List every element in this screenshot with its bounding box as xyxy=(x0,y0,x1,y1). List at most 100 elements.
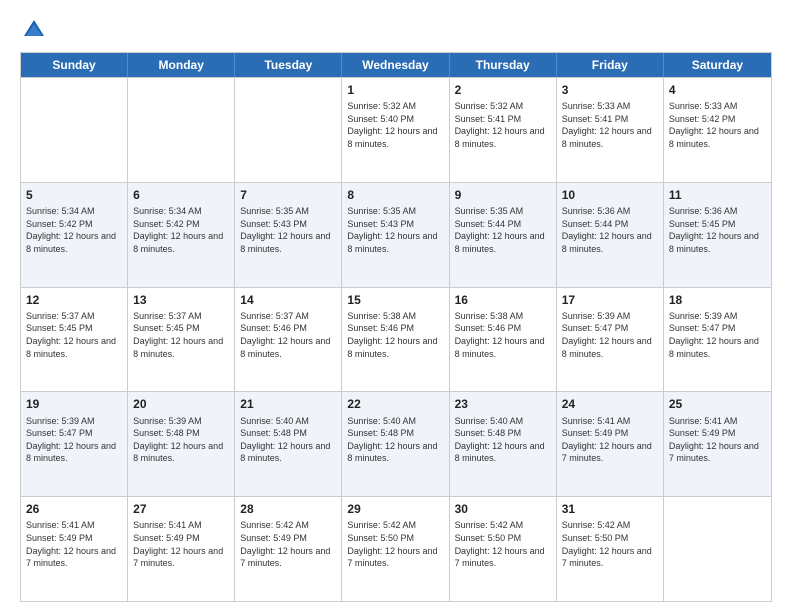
cell-info: Sunrise: 5:33 AM Sunset: 5:41 PM Dayligh… xyxy=(562,100,658,150)
day-number: 5 xyxy=(26,187,122,203)
day-number: 26 xyxy=(26,501,122,517)
day-number: 6 xyxy=(133,187,229,203)
day-number: 4 xyxy=(669,82,766,98)
calendar-cell: 8 Sunrise: 5:35 AM Sunset: 5:43 PM Daylig… xyxy=(342,183,449,287)
day-number: 9 xyxy=(455,187,551,203)
calendar-header: SundayMondayTuesdayWednesdayThursdayFrid… xyxy=(21,53,771,77)
day-number: 2 xyxy=(455,82,551,98)
day-number: 18 xyxy=(669,292,766,308)
day-number: 19 xyxy=(26,396,122,412)
cell-info: Sunrise: 5:39 AM Sunset: 5:47 PM Dayligh… xyxy=(669,310,766,360)
cell-info: Sunrise: 5:42 AM Sunset: 5:50 PM Dayligh… xyxy=(455,519,551,569)
calendar-row: 19 Sunrise: 5:39 AM Sunset: 5:47 PM Dayli… xyxy=(21,391,771,496)
calendar-cell: 19 Sunrise: 5:39 AM Sunset: 5:47 PM Dayli… xyxy=(21,392,128,496)
cell-info: Sunrise: 5:32 AM Sunset: 5:40 PM Dayligh… xyxy=(347,100,443,150)
cell-info: Sunrise: 5:39 AM Sunset: 5:47 PM Dayligh… xyxy=(562,310,658,360)
day-number: 30 xyxy=(455,501,551,517)
cell-info: Sunrise: 5:33 AM Sunset: 5:42 PM Dayligh… xyxy=(669,100,766,150)
cell-info: Sunrise: 5:38 AM Sunset: 5:46 PM Dayligh… xyxy=(347,310,443,360)
cell-info: Sunrise: 5:38 AM Sunset: 5:46 PM Dayligh… xyxy=(455,310,551,360)
calendar-cell: 20 Sunrise: 5:39 AM Sunset: 5:48 PM Dayli… xyxy=(128,392,235,496)
calendar-cell: 31 Sunrise: 5:42 AM Sunset: 5:50 PM Dayli… xyxy=(557,497,664,601)
cell-info: Sunrise: 5:35 AM Sunset: 5:44 PM Dayligh… xyxy=(455,205,551,255)
weekday-header: Tuesday xyxy=(235,53,342,77)
weekday-header: Sunday xyxy=(21,53,128,77)
cell-info: Sunrise: 5:41 AM Sunset: 5:49 PM Dayligh… xyxy=(133,519,229,569)
cell-info: Sunrise: 5:41 AM Sunset: 5:49 PM Dayligh… xyxy=(669,415,766,465)
day-number: 13 xyxy=(133,292,229,308)
calendar-row: 5 Sunrise: 5:34 AM Sunset: 5:42 PM Daylig… xyxy=(21,182,771,287)
day-number: 7 xyxy=(240,187,336,203)
cell-info: Sunrise: 5:35 AM Sunset: 5:43 PM Dayligh… xyxy=(347,205,443,255)
calendar-cell: 23 Sunrise: 5:40 AM Sunset: 5:48 PM Dayli… xyxy=(450,392,557,496)
cell-info: Sunrise: 5:37 AM Sunset: 5:46 PM Dayligh… xyxy=(240,310,336,360)
weekday-header: Saturday xyxy=(664,53,771,77)
weekday-header: Wednesday xyxy=(342,53,449,77)
day-number: 29 xyxy=(347,501,443,517)
calendar-cell: 10 Sunrise: 5:36 AM Sunset: 5:44 PM Dayli… xyxy=(557,183,664,287)
cell-info: Sunrise: 5:42 AM Sunset: 5:50 PM Dayligh… xyxy=(562,519,658,569)
calendar-cell: 6 Sunrise: 5:34 AM Sunset: 5:42 PM Daylig… xyxy=(128,183,235,287)
day-number: 15 xyxy=(347,292,443,308)
day-number: 10 xyxy=(562,187,658,203)
cell-info: Sunrise: 5:34 AM Sunset: 5:42 PM Dayligh… xyxy=(26,205,122,255)
header xyxy=(20,16,772,44)
calendar-cell xyxy=(21,78,128,182)
weekday-header: Thursday xyxy=(450,53,557,77)
cell-info: Sunrise: 5:32 AM Sunset: 5:41 PM Dayligh… xyxy=(455,100,551,150)
day-number: 12 xyxy=(26,292,122,308)
day-number: 11 xyxy=(669,187,766,203)
day-number: 14 xyxy=(240,292,336,308)
cell-info: Sunrise: 5:36 AM Sunset: 5:44 PM Dayligh… xyxy=(562,205,658,255)
calendar-cell xyxy=(128,78,235,182)
calendar-row: 12 Sunrise: 5:37 AM Sunset: 5:45 PM Dayli… xyxy=(21,287,771,392)
calendar-cell: 5 Sunrise: 5:34 AM Sunset: 5:42 PM Daylig… xyxy=(21,183,128,287)
day-number: 20 xyxy=(133,396,229,412)
calendar-cell: 29Sunrise: 5:42 AM Sunset: 5:50 PM Dayli… xyxy=(342,497,449,601)
calendar-cell: 3Sunrise: 5:33 AM Sunset: 5:41 PM Daylig… xyxy=(557,78,664,182)
calendar-cell xyxy=(235,78,342,182)
logo-icon xyxy=(20,16,48,44)
calendar-cell: 16 Sunrise: 5:38 AM Sunset: 5:46 PM Dayli… xyxy=(450,288,557,392)
calendar-cell: 1Sunrise: 5:32 AM Sunset: 5:40 PM Daylig… xyxy=(342,78,449,182)
day-number: 22 xyxy=(347,396,443,412)
weekday-header: Monday xyxy=(128,53,235,77)
calendar-cell: 24Sunrise: 5:41 AM Sunset: 5:49 PM Dayli… xyxy=(557,392,664,496)
calendar-body: 1Sunrise: 5:32 AM Sunset: 5:40 PM Daylig… xyxy=(21,77,771,601)
calendar-cell: 26Sunrise: 5:41 AM Sunset: 5:49 PM Dayli… xyxy=(21,497,128,601)
calendar-cell: 30 Sunrise: 5:42 AM Sunset: 5:50 PM Dayli… xyxy=(450,497,557,601)
cell-info: Sunrise: 5:35 AM Sunset: 5:43 PM Dayligh… xyxy=(240,205,336,255)
day-number: 16 xyxy=(455,292,551,308)
day-number: 23 xyxy=(455,396,551,412)
calendar-cell: 13 Sunrise: 5:37 AM Sunset: 5:45 PM Dayli… xyxy=(128,288,235,392)
logo xyxy=(20,16,52,44)
cell-info: Sunrise: 5:34 AM Sunset: 5:42 PM Dayligh… xyxy=(133,205,229,255)
calendar-cell: 15 Sunrise: 5:38 AM Sunset: 5:46 PM Dayli… xyxy=(342,288,449,392)
calendar-cell: 27Sunrise: 5:41 AM Sunset: 5:49 PM Dayli… xyxy=(128,497,235,601)
cell-info: Sunrise: 5:42 AM Sunset: 5:49 PM Dayligh… xyxy=(240,519,336,569)
calendar-row: 1Sunrise: 5:32 AM Sunset: 5:40 PM Daylig… xyxy=(21,77,771,182)
cell-info: Sunrise: 5:39 AM Sunset: 5:48 PM Dayligh… xyxy=(133,415,229,465)
cell-info: Sunrise: 5:40 AM Sunset: 5:48 PM Dayligh… xyxy=(347,415,443,465)
day-number: 28 xyxy=(240,501,336,517)
day-number: 31 xyxy=(562,501,658,517)
calendar-cell: 9 Sunrise: 5:35 AM Sunset: 5:44 PM Daylig… xyxy=(450,183,557,287)
calendar-cell: 7 Sunrise: 5:35 AM Sunset: 5:43 PM Daylig… xyxy=(235,183,342,287)
cell-info: Sunrise: 5:40 AM Sunset: 5:48 PM Dayligh… xyxy=(455,415,551,465)
calendar-cell: 4 Sunrise: 5:33 AM Sunset: 5:42 PM Daylig… xyxy=(664,78,771,182)
calendar-cell xyxy=(664,497,771,601)
cell-info: Sunrise: 5:37 AM Sunset: 5:45 PM Dayligh… xyxy=(133,310,229,360)
day-number: 17 xyxy=(562,292,658,308)
day-number: 25 xyxy=(669,396,766,412)
day-number: 8 xyxy=(347,187,443,203)
cell-info: Sunrise: 5:40 AM Sunset: 5:48 PM Dayligh… xyxy=(240,415,336,465)
calendar-cell: 28 Sunrise: 5:42 AM Sunset: 5:49 PM Dayli… xyxy=(235,497,342,601)
cell-info: Sunrise: 5:37 AM Sunset: 5:45 PM Dayligh… xyxy=(26,310,122,360)
day-number: 24 xyxy=(562,396,658,412)
cell-info: Sunrise: 5:39 AM Sunset: 5:47 PM Dayligh… xyxy=(26,415,122,465)
day-number: 21 xyxy=(240,396,336,412)
calendar: SundayMondayTuesdayWednesdayThursdayFrid… xyxy=(20,52,772,602)
page: SundayMondayTuesdayWednesdayThursdayFrid… xyxy=(0,0,792,612)
calendar-cell: 14 Sunrise: 5:37 AM Sunset: 5:46 PM Dayli… xyxy=(235,288,342,392)
calendar-cell: 2 Sunrise: 5:32 AM Sunset: 5:41 PM Daylig… xyxy=(450,78,557,182)
